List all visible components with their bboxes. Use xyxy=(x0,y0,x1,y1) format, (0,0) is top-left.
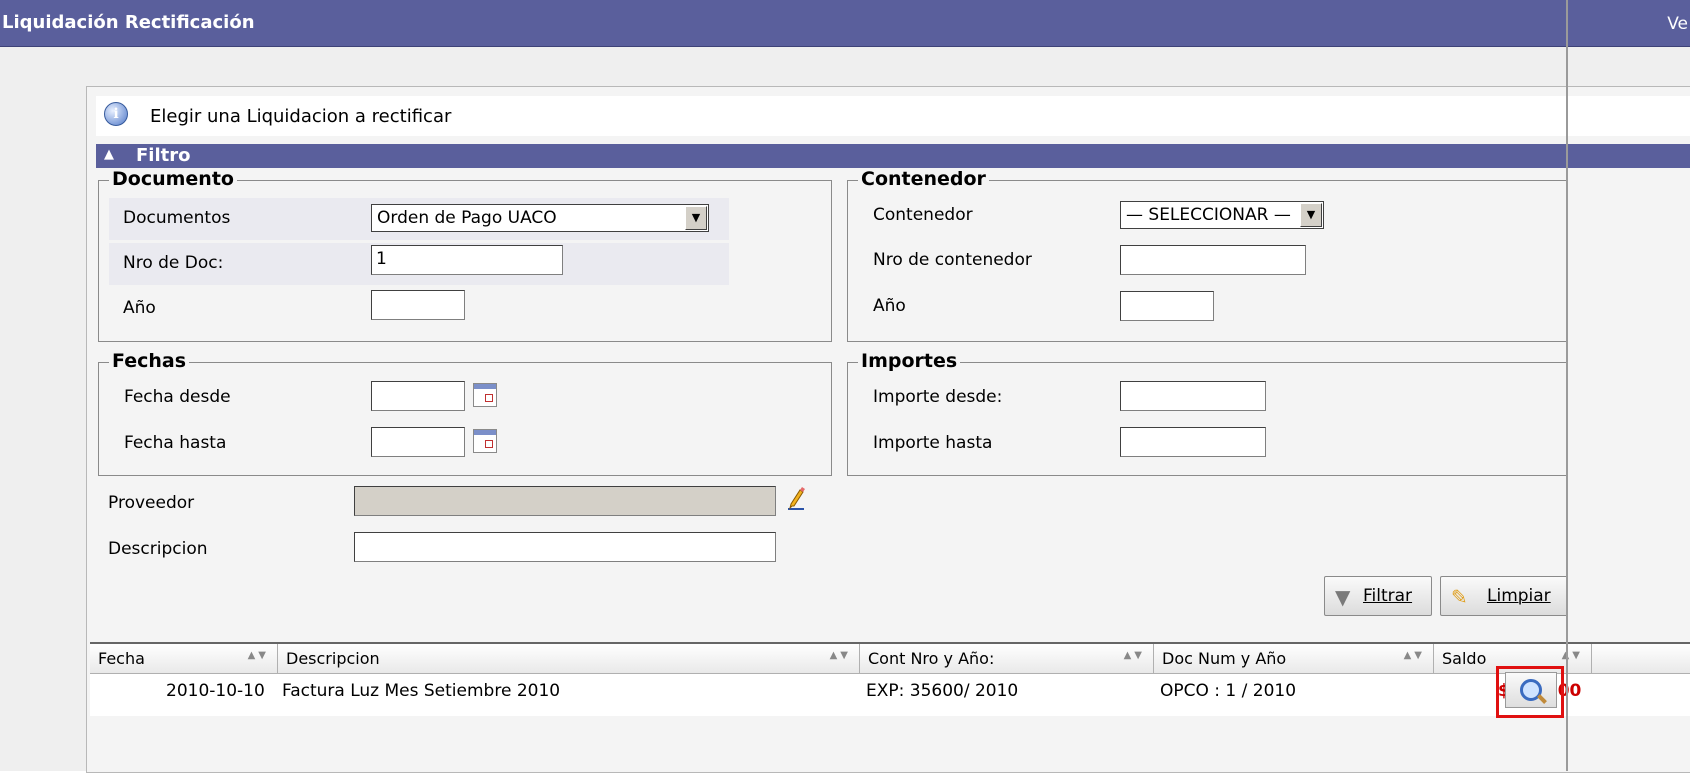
edit-pencil-icon[interactable] xyxy=(786,486,806,512)
funnel-icon: ▼ xyxy=(1335,585,1351,609)
contenedor-label: Contenedor xyxy=(873,205,973,225)
documento-legend: Documento xyxy=(109,168,237,190)
importes-group: Importes Importe desde: Importe hasta xyxy=(847,350,1567,476)
limpiar-button[interactable]: ✎ Limpiar xyxy=(1440,576,1568,616)
descripcion-label: Descripcion xyxy=(108,539,208,559)
fechas-group: Fechas Fecha desde Fecha hasta xyxy=(98,350,832,476)
nro-doc-label: Nro de Doc: xyxy=(123,253,224,273)
contenedor-legend: Contenedor xyxy=(858,168,989,190)
fecha-desde-input[interactable] xyxy=(371,381,465,411)
column-header-label: Cont Nro y Año: xyxy=(868,649,995,668)
importe-hasta-input[interactable] xyxy=(1120,427,1266,457)
window-right-edge xyxy=(1566,0,1568,771)
fechas-legend: Fechas xyxy=(109,350,190,372)
dropdown-arrow-icon[interactable]: ▼ xyxy=(1300,203,1322,227)
proveedor-input xyxy=(354,486,776,516)
sort-arrows-icon[interactable]: ▲▼ xyxy=(248,650,269,661)
importe-desde-label: Importe desde: xyxy=(873,387,1003,407)
sort-arrows-icon[interactable]: ▲▼ xyxy=(1124,650,1145,661)
cell-cont: EXP: 35600/ 2010 xyxy=(866,681,1019,701)
contenedor-select[interactable]: — SELECCIONAR — ▼ xyxy=(1120,201,1324,229)
proveedor-label: Proveedor xyxy=(108,493,195,513)
documentos-select-value: Orden de Pago UACO xyxy=(377,208,557,228)
importe-hasta-label: Importe hasta xyxy=(873,433,993,453)
anio-doc-label: Año xyxy=(123,298,156,318)
nro-contenedor-input[interactable] xyxy=(1120,245,1306,275)
nro-contenedor-label: Nro de contenedor xyxy=(873,250,1032,270)
column-header-label: Fecha xyxy=(98,649,145,668)
fecha-hasta-label: Fecha hasta xyxy=(124,433,227,453)
importes-legend: Importes xyxy=(858,350,961,372)
documentos-row: Documentos Orden de Pago UACO ▼ xyxy=(109,198,729,240)
contenedor-select-value: — SELECCIONAR — xyxy=(1126,205,1291,225)
info-message: Elegir una Liquidacion a rectificar xyxy=(150,106,452,127)
column-header-cont[interactable]: Cont Nro y Año: ▲▼ xyxy=(860,644,1154,674)
window-title: Liquidación Rectificación xyxy=(2,12,255,33)
cell-descripcion: Factura Luz Mes Setiembre 2010 xyxy=(282,681,561,701)
nro-doc-input[interactable]: 1 xyxy=(371,245,563,275)
column-header-label: Saldo xyxy=(1442,649,1487,668)
descripcion-input[interactable] xyxy=(354,532,776,562)
cell-fecha: 2010-10-10 xyxy=(166,681,265,701)
column-header-label: Descripcion xyxy=(286,649,380,668)
contenedor-group: Contenedor Contenedor — SELECCIONAR — ▼ … xyxy=(847,168,1567,342)
sort-arrows-icon[interactable]: ▲▼ xyxy=(1404,650,1425,661)
column-header-doc[interactable]: Doc Num y Año ▲▼ xyxy=(1154,644,1434,674)
column-header-fecha[interactable]: Fecha ▲▼ xyxy=(90,644,278,674)
filtrar-button[interactable]: ▼ Filtrar xyxy=(1324,576,1432,616)
sort-arrows-icon[interactable]: ▲▼ xyxy=(830,650,851,661)
documento-group: Documento Documentos Orden de Pago UACO … xyxy=(98,168,832,342)
collapse-arrow-icon[interactable]: ▲ xyxy=(104,147,114,162)
filtrar-button-label: Filtrar xyxy=(1363,586,1413,606)
sort-arrows-icon[interactable]: ▲▼ xyxy=(1562,650,1583,661)
anio-contenedor-input[interactable] xyxy=(1120,291,1214,321)
fecha-desde-label: Fecha desde xyxy=(124,387,231,407)
cell-doc: OPCO : 1 / 2010 xyxy=(1160,681,1297,701)
anio-contenedor-label: Año xyxy=(873,296,906,316)
calendar-icon[interactable] xyxy=(473,383,497,407)
broom-icon: ✎ xyxy=(1451,585,1468,609)
limpiar-button-label: Limpiar xyxy=(1487,586,1551,606)
dropdown-arrow-icon[interactable]: ▼ xyxy=(685,206,707,230)
filter-section-header[interactable]: ▲ Filtro xyxy=(96,144,1690,168)
results-grid: Fecha ▲▼ Descripcion ▲▼ Cont Nro y Año: ▲▼ … xyxy=(90,642,1690,716)
fecha-hasta-input[interactable] xyxy=(371,427,465,457)
documentos-select[interactable]: Orden de Pago UACO ▼ xyxy=(371,204,709,232)
highlight-box xyxy=(1496,666,1564,718)
documentos-label: Documentos xyxy=(123,208,231,228)
window-titlebar: Liquidación Rectificación Ve xyxy=(0,0,1690,47)
anio-doc-row: Año xyxy=(109,288,729,330)
column-header-actions xyxy=(1592,644,1690,674)
info-bar: i Elegir una Liquidacion a rectificar xyxy=(96,96,1690,136)
anio-doc-input[interactable] xyxy=(371,290,465,320)
titlebar-corner-text: Ve xyxy=(1667,14,1688,34)
column-header-label: Doc Num y Año xyxy=(1162,649,1287,668)
calendar-icon[interactable] xyxy=(473,429,497,453)
filter-title: Filtro xyxy=(136,145,191,166)
importe-desde-input[interactable] xyxy=(1120,381,1266,411)
column-header-descripcion[interactable]: Descripcion ▲▼ xyxy=(278,644,860,674)
info-icon: i xyxy=(104,102,128,126)
nro-doc-row: Nro de Doc: 1 xyxy=(109,243,729,285)
